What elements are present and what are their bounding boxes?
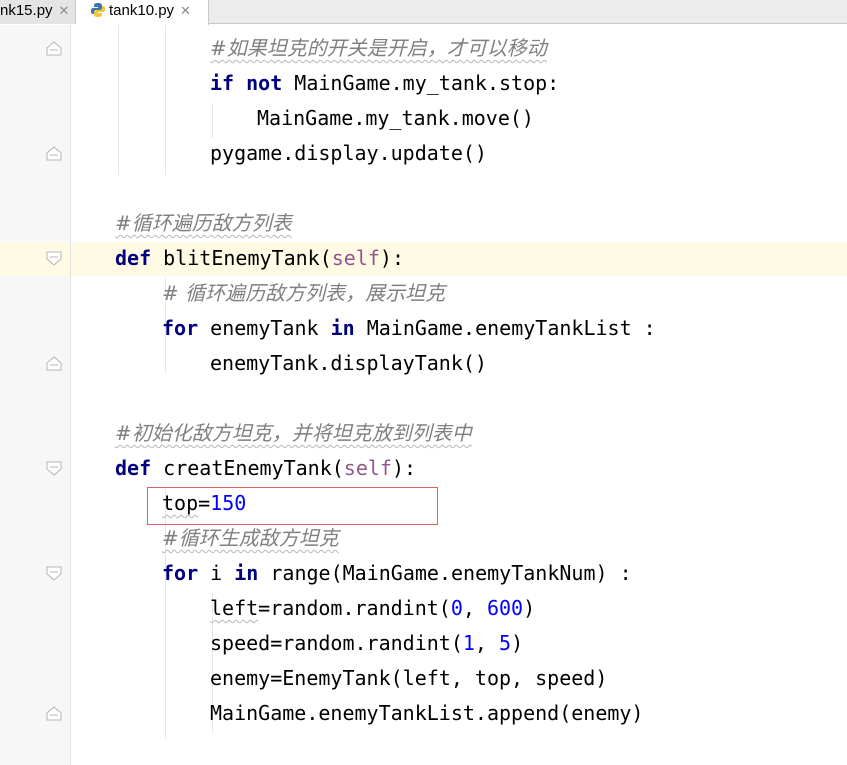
fold-end-icon[interactable] bbox=[44, 143, 64, 163]
code-line: #如果坦克的开关是开启，才可以移动 bbox=[210, 36, 547, 60]
code-line: #循环生成敌方坦克 bbox=[162, 526, 339, 550]
code-line: top=150 bbox=[162, 491, 247, 515]
close-icon[interactable]: ✕ bbox=[59, 3, 70, 18]
tab-label: nk15.py bbox=[0, 2, 53, 19]
code-line: pygame.display.update() bbox=[210, 141, 487, 165]
code-line: MainGame.enemyTankList.append(enemy) bbox=[210, 701, 644, 725]
code-line: if not MainGame.my_tank.stop: bbox=[210, 71, 560, 95]
gutter-divider bbox=[70, 25, 71, 765]
code-line: enemy=EnemyTank(left, top, speed) bbox=[210, 666, 608, 690]
indent-guide bbox=[212, 103, 213, 138]
fold-end-icon[interactable] bbox=[44, 353, 64, 373]
indent-guide bbox=[165, 25, 166, 175]
code-line: left=random.randint(0, 600) bbox=[210, 596, 536, 620]
code-line: def blitEnemyTank(self): bbox=[115, 246, 405, 270]
python-file-icon bbox=[91, 3, 105, 17]
close-icon[interactable]: ✕ bbox=[180, 3, 191, 18]
tab-tank10[interactable]: tank10.py ✕ bbox=[76, 0, 209, 25]
tab-nk15[interactable]: nk15.py ✕ bbox=[0, 0, 76, 24]
fold-end-icon[interactable] bbox=[44, 703, 64, 723]
fold-start-icon[interactable] bbox=[44, 564, 64, 584]
code-line: for enemyTank in MainGame.enemyTankList … bbox=[162, 316, 656, 340]
indent-guide bbox=[118, 25, 119, 175]
tab-label: tank10.py bbox=[109, 2, 175, 19]
fold-start-icon[interactable] bbox=[44, 459, 64, 479]
code-line: enemyTank.displayTank() bbox=[210, 351, 487, 375]
code-line: for i in range(MainGame.enemyTankNum) : bbox=[162, 561, 632, 585]
code-line: MainGame.my_tank.move() bbox=[257, 106, 534, 130]
fold-start-icon[interactable] bbox=[44, 249, 64, 269]
code-line: # 循环遍历敌方列表，展示坦克 bbox=[162, 281, 446, 305]
code-line: #初始化敌方坦克，并将坦克放到列表中 bbox=[115, 421, 472, 445]
code-line: speed=random.randint(1, 5) bbox=[210, 631, 524, 655]
fold-end-icon[interactable] bbox=[44, 38, 64, 58]
code-line: #循环遍历敌方列表 bbox=[115, 211, 292, 235]
code-line: def creatEnemyTank(self): bbox=[115, 456, 417, 480]
editor-gutter bbox=[0, 25, 70, 765]
editor-tab-bar: nk15.py ✕ tank10.py ✕ bbox=[0, 0, 847, 25]
